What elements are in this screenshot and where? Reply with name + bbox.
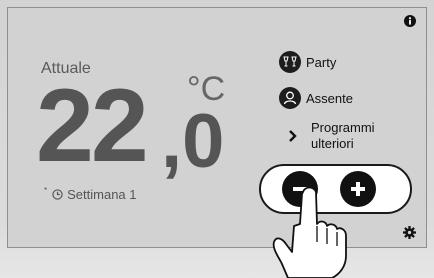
chevron-right-icon — [288, 120, 300, 152]
party-glasses-icon — [279, 51, 301, 73]
plus-icon — [351, 182, 365, 196]
more-programs-line2: ulteriori — [311, 136, 354, 151]
more-programs-label: Programmi ulteriori — [311, 120, 375, 152]
away-person-icon — [279, 87, 301, 109]
schedule-marker: * — [44, 186, 48, 195]
schedule-status: * Settimana 1 — [44, 186, 137, 202]
more-programs-button[interactable]: Programmi ulteriori — [288, 120, 375, 152]
temperature-unit: °C — [187, 70, 226, 108]
party-label: Party — [306, 54, 337, 70]
gear-icon[interactable] — [403, 226, 416, 239]
temperature-integer: 22 — [36, 68, 149, 184]
absent-button[interactable]: Assente — [279, 87, 353, 109]
temperature-decimal: ,0 — [161, 99, 225, 184]
more-programs-line1: Programmi — [311, 120, 375, 135]
info-icon[interactable] — [404, 15, 416, 27]
party-button[interactable]: Party — [279, 51, 336, 73]
clock-icon — [52, 189, 63, 200]
schedule-label: Settimana 1 — [67, 187, 137, 202]
absent-label: Assente — [306, 90, 353, 106]
pointing-hand-illustration — [272, 186, 347, 278]
